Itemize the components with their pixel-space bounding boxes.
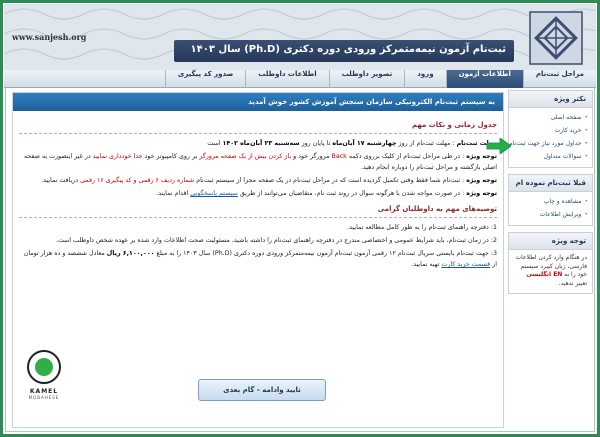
note1-text3: بر روی کامپیوتر خود	[144, 153, 198, 161]
kamel-sub: MOBAHESE	[28, 395, 60, 400]
note3-text: : در صورت مواجه شدن با هرگونه سوال در رو…	[239, 190, 465, 198]
tips-title: توصیه‌های مهم به داوطلبان گرامی	[377, 205, 497, 214]
tip3-text: 3: جهت ثبت‌نام بایستی سریال ثبت‌نام ۱۲ ر…	[156, 250, 497, 258]
right-sidebar: نکتر ویژه صفحه اصلی خرید کارت جداول مورد…	[508, 90, 593, 430]
tip1: 1: دفترچه راهنمای ثبت‌نام را به طور کامل…	[347, 224, 497, 232]
tip2: 2: در زمان ثبت‌نام، باید شرایط عمومی و ا…	[55, 237, 497, 245]
site-banner: www.sanjesh.org ثبت‌نام آزمون نیمه‌متمرک…	[4, 4, 596, 70]
divider	[19, 217, 497, 219]
note1-red: باز کردن بیش از یک صفحه مرورگر	[199, 153, 292, 161]
confirm-continue-button[interactable]: تایید وادامه - گام بعدی	[198, 379, 326, 401]
support-system-link[interactable]: سیستم پاسخگویی	[190, 190, 238, 197]
note1-label: توجه ویژه	[466, 153, 497, 161]
sanjesh-logo	[529, 11, 583, 65]
notice-tail: تغییر ندهید.	[558, 280, 587, 288]
nav-applicant-photo[interactable]: تصویر داوطلب	[328, 70, 405, 88]
tip3-amount: ۶,۱۰۰,۰۰۰ ریال	[106, 250, 155, 258]
sidebar-item-view-print[interactable]: مشاهده و چاپ	[513, 195, 588, 208]
kamel-watermark: KAMEL MOBAHESE	[20, 350, 68, 400]
kamel-name: KAMEL	[29, 388, 59, 395]
note1-paragraph: توجه ویژه : در طی مراحل ثبت‌نام از کلیک …	[19, 151, 497, 173]
kamel-logo-icon	[27, 350, 61, 384]
site-url[interactable]: www.sanjesh.org	[12, 32, 86, 42]
deadline-text: : مهلت ثبت‌نام از روز	[398, 140, 455, 147]
notice-box: توجه ویژه در هنگام وارد کردن اطلاعات فار…	[508, 232, 593, 294]
note2-text: : ثبت‌نام شما فقط وقتی تکمیل گردیده است …	[196, 177, 465, 185]
banner-title-bar: ثبت‌نام آزمون نیمه‌متمرکز ورودی دوره دکت…	[174, 40, 514, 62]
main-panel: به سیستم ثبت‌نام الکترونیکی سازمان سنجش …	[12, 92, 504, 428]
nav-registration-steps[interactable]: مراحل ثبت‌نام	[522, 70, 596, 88]
note3-text2: اقدام نمایند.	[156, 190, 189, 198]
welcome-banner: به سیستم ثبت‌نام الکترونیکی سازمان سنجش …	[13, 93, 503, 111]
note1-red2: جدا خودداری نمایید	[92, 153, 143, 161]
sidebar-item-buy-card[interactable]: خرید کارت	[513, 124, 588, 137]
buy-card-link[interactable]: قسمت خرید کارت	[441, 261, 490, 268]
notice-text: در هنگام وارد کردن اطلاعات فارسی، زبان ک…	[509, 250, 592, 293]
note2-label: توجه ویژه	[466, 177, 497, 185]
deadline-end: است	[207, 140, 221, 147]
tip3-paragraph: 3: جهت ثبت‌نام بایستی سریال ثبت‌نام ۱۲ ر…	[19, 248, 497, 270]
note1-text: : در طی مراحل ثبت‌نام از کلیک برروی دکمه	[348, 153, 465, 161]
registered-box-title: قبلا ثبت‌نام نموده ام	[509, 175, 592, 192]
nav-tracking-code[interactable]: صدور کد پیگیری	[164, 70, 245, 88]
note1-back: Back	[331, 153, 347, 161]
tip3-text3: تهیه نمایید.	[411, 261, 440, 269]
sidebar-item-edit-info[interactable]: ویرایش اطلاعات	[513, 208, 588, 221]
steps-box-title: نکتر ویژه	[509, 91, 592, 108]
note3-label: توجه ویژه	[466, 190, 497, 198]
nav-applicant-info[interactable]: اطلاعات داوطلب	[245, 70, 328, 88]
schedule-title: جدول زمانی و نکات مهم	[411, 121, 497, 129]
main-nav: مراحل ثبت‌نام اطلاعات آزمون ورود تصویر د…	[4, 70, 596, 88]
pointer-arrow-icon	[486, 138, 512, 154]
sidebar-item-required-tables[interactable]: جداول مورد نیاز جهت ثبت‌نام	[509, 137, 588, 150]
note2-text2: دریافت نمایید.	[41, 177, 79, 185]
note2-red: شماره ردیف ۶ رقمی و کد پیگیری ۱۶ رقمی	[80, 177, 195, 185]
banner-title: ثبت‌نام آزمون نیمه‌متمرکز ورودی دوره دکت…	[190, 44, 506, 55]
sidebar-item-faq[interactable]: سوالات متداول	[513, 150, 588, 163]
deadline-mid: تا پایان روز	[301, 140, 331, 147]
steps-box: نکتر ویژه صفحه اصلی خرید کارت جداول مورد…	[508, 90, 593, 168]
main-content: جدول زمانی و نکات مهم مهلت ثبت‌نام : مهل…	[13, 111, 503, 276]
deadline-paragraph: مهلت ثبت‌نام : مهلت ثبت‌نام از روز چهارش…	[19, 138, 497, 149]
deadline-to: سه‌شنبه ۲۳ آبان‌ماه ۱۴۰۲	[222, 140, 300, 147]
nav-login[interactable]: ورود	[404, 70, 445, 88]
divider	[19, 133, 497, 134]
notice-highlight: EN انگلیسی	[526, 271, 563, 279]
registered-box: قبلا ثبت‌نام نموده ام مشاهده و چاپ ویرای…	[508, 174, 593, 226]
notice-box-title: توجه ویژه	[509, 233, 592, 250]
note3-paragraph: توجه ویژه : در صورت مواجه شدن با هرگونه …	[19, 188, 497, 199]
deadline-from: چهارشنبه ۱۷ آبان‌ماه	[332, 140, 397, 147]
note2-paragraph: توجه ویژه : ثبت‌نام شما فقط وقتی تکمیل گ…	[19, 175, 497, 186]
note1-text2: مرورگر خود و	[293, 153, 330, 161]
nav-exam-info[interactable]: اطلاعات آزمون	[445, 70, 523, 88]
sidebar-item-home[interactable]: صفحه اصلی	[513, 111, 588, 124]
